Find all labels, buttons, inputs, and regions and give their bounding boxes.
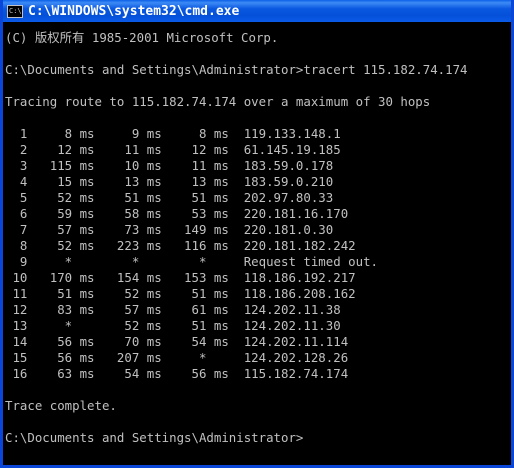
title-bar[interactable]: C:\ C:\WINDOWS\system32\cmd.exe bbox=[3, 0, 511, 22]
console-output[interactable]: (C) 版权所有 1985-2001 Microsoft Corp. C:\Do… bbox=[3, 22, 511, 465]
console-line: 2 12 ms 11 ms 12 ms 61.145.19.185 bbox=[5, 142, 341, 157]
console-line: 7 57 ms 73 ms 149 ms 220.181.0.30 bbox=[5, 222, 334, 237]
console-line: 5 52 ms 51 ms 51 ms 202.97.80.33 bbox=[5, 190, 334, 205]
console-line: 13 * 52 ms 51 ms 124.202.11.30 bbox=[5, 318, 341, 333]
console-line: 16 63 ms 54 ms 56 ms 115.182.74.174 bbox=[5, 366, 349, 381]
console-line: 14 56 ms 70 ms 54 ms 124.202.11.114 bbox=[5, 334, 349, 349]
console-line: (C) 版权所有 1985-2001 Microsoft Corp. bbox=[5, 30, 279, 45]
console-line: 3 115 ms 10 ms 11 ms 183.59.0.178 bbox=[5, 158, 334, 173]
console-line: 9 * * * Request timed out. bbox=[5, 254, 378, 269]
console-line: 6 59 ms 58 ms 53 ms 220.181.16.170 bbox=[5, 206, 349, 221]
cmd-window: C:\ C:\WINDOWS\system32\cmd.exe (C) 版权所有… bbox=[0, 0, 514, 468]
console-line: 1 8 ms 9 ms 8 ms 119.133.148.1 bbox=[5, 126, 341, 141]
console-line: 15 56 ms 207 ms * 124.202.128.26 bbox=[5, 350, 349, 365]
console-line: 10 170 ms 154 ms 153 ms 118.186.192.217 bbox=[5, 270, 356, 285]
console-line: Tracing route to 115.182.74.174 over a m… bbox=[5, 94, 431, 109]
console-line: 8 52 ms 223 ms 116 ms 220.181.182.242 bbox=[5, 238, 356, 253]
console-line: C:\Documents and Settings\Administrator>… bbox=[5, 62, 468, 77]
console-line: 11 51 ms 52 ms 51 ms 118.186.208.162 bbox=[5, 286, 356, 301]
console-line: Trace complete. bbox=[5, 398, 117, 413]
console-line: 12 83 ms 57 ms 61 ms 124.202.11.38 bbox=[5, 302, 341, 317]
console-prompt-line[interactable]: C:\Documents and Settings\Administrator> bbox=[5, 430, 511, 446]
window-title: C:\WINDOWS\system32\cmd.exe bbox=[28, 3, 240, 19]
console-line: 4 15 ms 13 ms 13 ms 183.59.0.210 bbox=[5, 174, 334, 189]
cmd-app-icon[interactable]: C:\ bbox=[7, 4, 23, 18]
